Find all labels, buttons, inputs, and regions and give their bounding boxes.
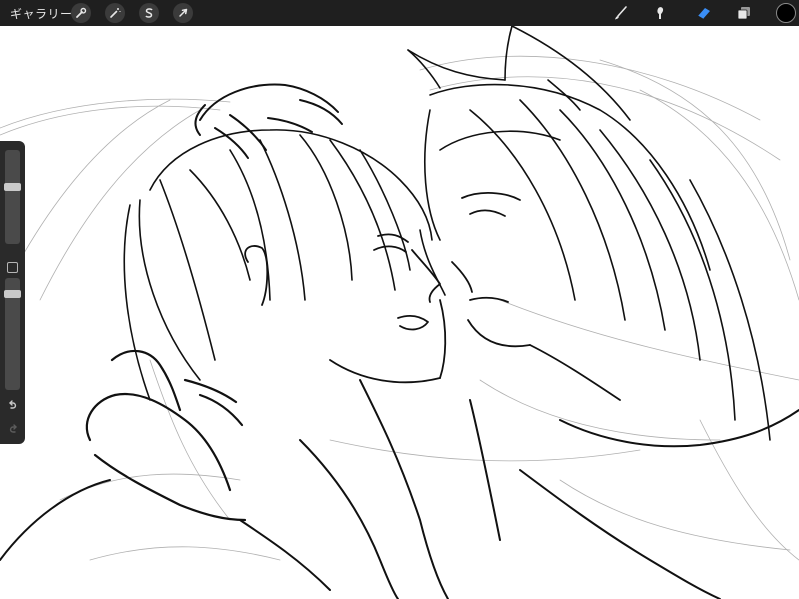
brush-size-thumb[interactable] [4,183,21,191]
top-toolbar: ギャラリー [0,0,799,26]
eraser-button[interactable] [693,3,715,23]
brush-icon [615,6,627,20]
gallery-button[interactable]: ギャラリー [10,5,73,22]
layers-button[interactable] [733,3,755,23]
redo-icon [9,424,17,433]
drawing-canvas[interactable] [0,26,799,599]
color-swatch[interactable] [776,3,796,23]
arrow-cursor-icon [179,8,188,17]
smudge-button[interactable] [649,3,671,23]
layers-icon [737,7,750,20]
opacity-slider[interactable] [4,278,21,390]
adjustments-button[interactable] [71,3,91,23]
redo-button[interactable] [3,421,22,437]
opacity-thumb[interactable] [4,290,21,298]
selection-button[interactable] [139,3,159,23]
brush-button[interactable] [610,3,632,23]
line-art-sketch [0,26,799,599]
smudge-icon [657,7,664,19]
undo-button[interactable] [3,397,22,413]
wrench-icon [76,7,87,18]
magic-wand-icon [110,8,121,18]
selection-s-icon [145,8,153,18]
modify-button[interactable] [7,262,18,273]
transform-button[interactable] [173,3,193,23]
actions-button[interactable] [105,3,125,23]
undo-icon [8,400,16,409]
eraser-icon [697,8,710,20]
brush-size-slider[interactable] [4,150,21,244]
left-sidebar [0,141,25,444]
